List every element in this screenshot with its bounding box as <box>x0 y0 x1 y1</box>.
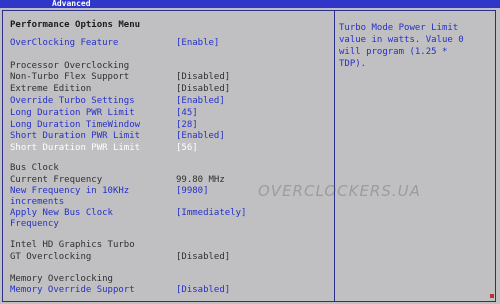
menu-title: Performance Options Menu <box>10 20 141 30</box>
setting-value[interactable]: [56] <box>176 143 198 154</box>
setting-value[interactable]: [45] <box>176 108 198 119</box>
setting-label: Short Duration PWR Limit <box>10 131 141 141</box>
section-label: Bus Clock <box>10 163 59 173</box>
setting-label: OverClocking Feature <box>10 38 119 48</box>
setting-label: Override Turbo Settings <box>10 96 135 106</box>
corner-indicator <box>490 294 494 298</box>
info-label: Current Frequency <box>10 175 103 185</box>
panel-divider <box>334 11 335 301</box>
setting-label: Long Duration TimeWindow <box>10 120 141 130</box>
setting-value[interactable]: [Enabled] <box>176 96 225 107</box>
setting-value[interactable]: [Immediately] <box>176 208 246 219</box>
section-label: Processor Overclocking <box>10 61 130 71</box>
setting-label: GT Overclocking <box>10 252 92 262</box>
setting-label: New Frequency in 10KHz <box>10 186 130 196</box>
section-label: Intel HD Graphics Turbo <box>10 240 135 250</box>
setting-label: Apply New Bus Clock <box>10 208 113 218</box>
section-label: Memory Overclocking <box>10 274 113 284</box>
setting-label: Memory Override Support <box>10 285 135 295</box>
setting-label: Frequency <box>10 219 59 229</box>
setting-label: Short Duration PWR Limit <box>10 143 141 153</box>
setting-label: Long Duration PWR Limit <box>10 108 135 118</box>
setting-value[interactable]: [Disabled] <box>176 252 230 263</box>
info-value: 99.80 MHz <box>176 175 225 185</box>
setting-value[interactable]: [Disabled] <box>176 285 230 296</box>
setting-value[interactable]: [9980] <box>176 186 209 197</box>
setting-label: increments <box>10 197 65 207</box>
setting-value[interactable]: [Disabled] <box>176 84 230 95</box>
help-text: Turbo Mode Power Limit value in watts. V… <box>339 23 464 69</box>
setting-value[interactable]: [Disabled] <box>176 72 230 83</box>
setting-value[interactable]: [28] <box>176 120 198 131</box>
watermark: OVERCLOCKERS.UA <box>258 182 421 200</box>
setting-label: Non-Turbo Flex Support <box>10 72 130 82</box>
setting-value[interactable]: [Enable] <box>176 38 219 49</box>
setting-value[interactable]: [Enabled] <box>176 131 225 142</box>
tab-advanced[interactable]: Advanced <box>48 0 95 8</box>
setting-label: Extreme Edition <box>10 84 92 94</box>
bios-screen: Advanced Performance Options Menu Turbo … <box>0 0 500 304</box>
